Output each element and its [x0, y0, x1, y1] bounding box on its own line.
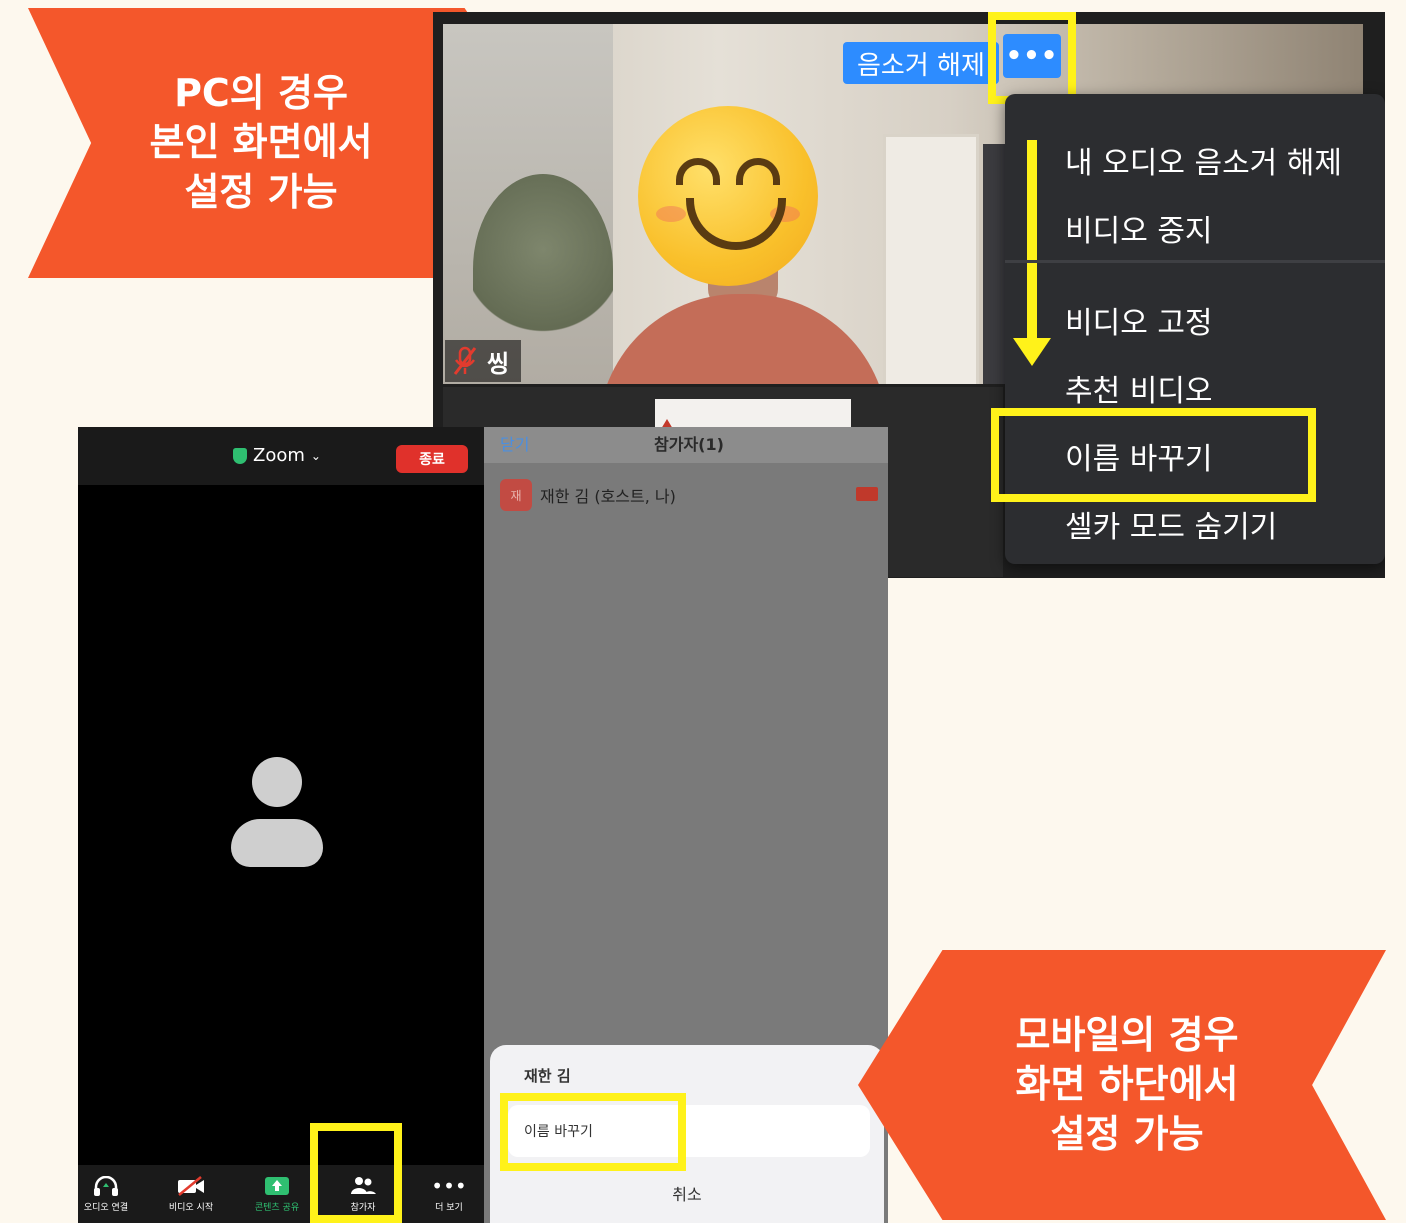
more-icon: •••: [431, 1173, 467, 1198]
toolbar-video-button[interactable]: 비디오 시작: [155, 1165, 227, 1223]
rename-highlight-mobile: [500, 1093, 686, 1171]
pc-callout-line-1: PC의 경우: [174, 70, 348, 115]
mobile-callout-banner: 모바일의 경우 화면 하단에서 설정 가능: [858, 950, 1386, 1220]
smiling-face-emoji-icon: [638, 106, 818, 286]
video-name-tag: 씽: [445, 340, 522, 382]
toolbar-more-button[interactable]: ••• 더 보기: [413, 1165, 485, 1223]
shield-icon: [233, 447, 247, 464]
menu-item-pin-video[interactable]: 비디오 고정: [1065, 298, 1213, 342]
mobile-callout-line-1: 모바일의 경우: [1015, 1012, 1239, 1057]
down-arrow-head-icon: [1013, 338, 1051, 366]
pc-callout-line-2: 본인 화면에서: [149, 120, 373, 165]
toolbar-audio-label: 오디오 연결: [83, 1202, 129, 1213]
toolbar-audio-button[interactable]: 오디오 연결: [78, 1165, 142, 1223]
panel-header: 닫기 참가자(1): [484, 427, 888, 463]
toolbar-more-label: 더 보기: [435, 1202, 463, 1213]
mic-muted-icon: [453, 346, 477, 375]
toolbar-share-button[interactable]: 콘텐츠 공유: [241, 1165, 313, 1223]
menu-item-hide-self-view[interactable]: 셀카 모드 숨기기: [1065, 502, 1277, 546]
mobile-callout-line-2: 화면 하단에서: [1015, 1062, 1239, 1107]
cancel-button[interactable]: 취소: [490, 1181, 884, 1205]
mobile-meeting-screen: Zoom ⌄ 종료 오디오 연결 비디오 시작 콘텐츠 공유 참가자 ••• 더…: [78, 427, 485, 1223]
background-plant: [473, 174, 613, 364]
participant-options-menu: 내 오디오 음소거 해제 비디오 중지 비디오 고정 추천 비디오 이름 바꾸기…: [991, 94, 1385, 564]
participant-row[interactable]: 재 재한 김 (호스트, 나): [484, 475, 888, 515]
share-screen-icon: [265, 1176, 289, 1195]
meeting-title-text: Zoom: [253, 445, 305, 466]
menu-item-unmute-audio[interactable]: 내 오디오 음소거 해제: [1065, 138, 1342, 182]
user-avatar-placeholder-icon: [231, 757, 323, 867]
chevron-down-icon: ⌄: [310, 448, 321, 463]
participants-panel: 닫기 참가자(1) 재 재한 김 (호스트, 나) 재한 김 이름 바꾸기 취소: [484, 427, 888, 1223]
more-button-highlight: [988, 12, 1076, 104]
video-off-icon: [178, 1175, 204, 1196]
menu-divider: [1005, 260, 1385, 263]
down-arrow-icon: [1027, 140, 1037, 340]
menu-item-spotlight-video[interactable]: 추천 비디오: [1065, 366, 1213, 410]
background-door: [883, 134, 979, 384]
unmute-button[interactable]: 음소거 해제: [843, 42, 999, 84]
mobile-top-bar: Zoom ⌄ 종료: [78, 427, 485, 485]
video-name-text: 씽: [487, 349, 510, 378]
headphones-icon: [94, 1175, 118, 1196]
action-sheet: 재한 김 이름 바꾸기 취소: [490, 1045, 884, 1223]
mobile-toolbar: 오디오 연결 비디오 시작 콘텐츠 공유 참가자 ••• 더 보기: [78, 1123, 485, 1223]
mobile-callout-line-3: 설정 가능: [1050, 1111, 1204, 1156]
panel-title: 참가자(1): [654, 435, 724, 454]
menu-item-stop-video[interactable]: 비디오 중지: [1065, 206, 1213, 250]
toolbar-share-label: 콘텐츠 공유: [254, 1202, 300, 1213]
close-panel-button[interactable]: 닫기: [500, 431, 529, 455]
person-body: [598, 294, 888, 384]
pc-callout-line-3: 설정 가능: [184, 169, 338, 214]
toolbar-video-label: 비디오 시작: [168, 1202, 214, 1213]
video-off-icon: [856, 487, 878, 501]
action-sheet-title: 재한 김: [524, 1067, 571, 1085]
participants-button-highlight: [310, 1123, 402, 1223]
participant-avatar: 재: [500, 479, 532, 511]
meeting-title[interactable]: Zoom ⌄: [233, 445, 321, 466]
end-meeting-button[interactable]: 종료: [396, 445, 468, 473]
participant-name: 재한 김 (호스트, 나): [540, 487, 676, 506]
rename-highlight-pc: [991, 408, 1316, 502]
